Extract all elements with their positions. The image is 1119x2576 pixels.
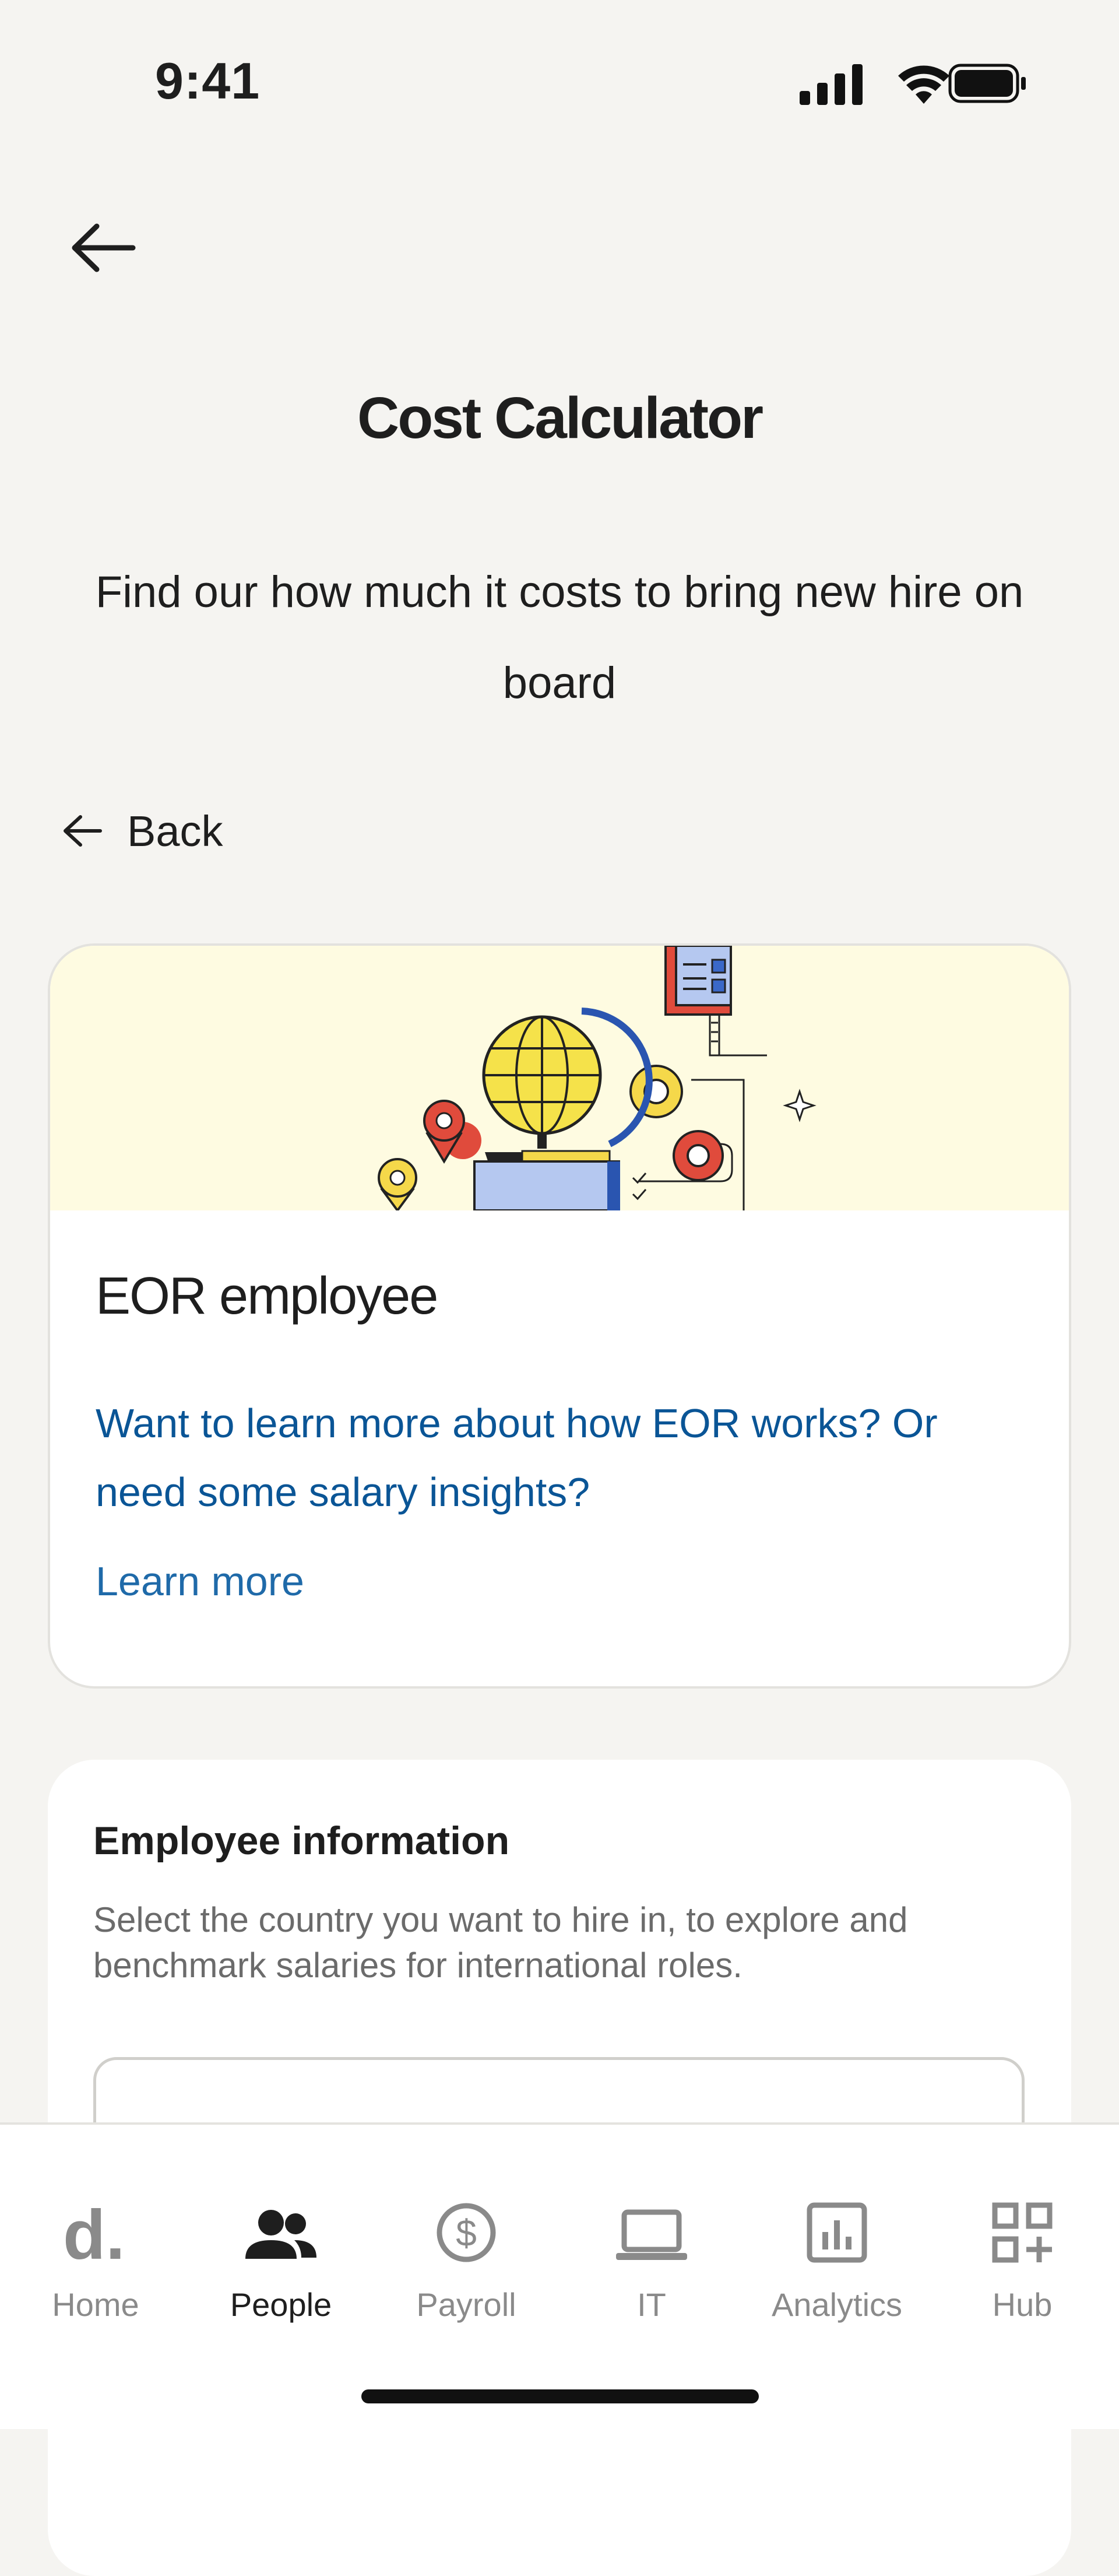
nav-label-home: Home: [52, 2286, 139, 2323]
nav-item-people[interactable]: People: [193, 2171, 368, 2324]
arrow-left-icon: [64, 815, 102, 847]
employee-information-description: Select the country you want to hire in, …: [93, 1900, 908, 1985]
nav-label-analytics: Analytics: [771, 2286, 903, 2323]
wifi-icon: [898, 65, 949, 104]
nav-item-hub[interactable]: Hub: [935, 2171, 1110, 2324]
eor-illustration-banner: [50, 946, 1069, 1213]
nav-label-payroll: Payroll: [416, 2286, 516, 2323]
page-subtitle: Find our how much it costs to bring new …: [95, 567, 1024, 708]
dollar-circle-icon: $: [437, 2203, 496, 2262]
eor-employee-card: EOR employee Want to learn more about ho…: [48, 943, 1071, 1689]
grid-plus-icon: [992, 2202, 1053, 2263]
eor-card-title: EOR employee: [96, 1267, 438, 1325]
back-link[interactable]: Back: [62, 805, 223, 857]
svg-text:$: $: [456, 2212, 477, 2254]
status-time: 9:41: [155, 52, 261, 110]
hiring-illustration: [378, 946, 817, 1213]
nav-item-analytics[interactable]: Analytics: [749, 2171, 924, 2324]
employee-information-title: Employee information: [93, 1819, 510, 1863]
eor-card-description[interactable]: Want to learn more about how EOR works? …: [96, 1389, 1005, 1526]
nav-item-home[interactable]: d. Home: [8, 2171, 183, 2324]
status-icons: [800, 61, 1027, 107]
cellular-signal-icon: [800, 64, 863, 105]
home-indicator[interactable]: [361, 2389, 759, 2403]
nav-item-it[interactable]: IT: [564, 2171, 739, 2324]
nav-label-people: People: [230, 2286, 332, 2323]
learn-more-link[interactable]: Learn more: [96, 1558, 304, 1605]
back-link-label: Back: [127, 806, 223, 855]
laptop-icon: [616, 2209, 687, 2260]
nav-item-payroll[interactable]: $ Payroll: [379, 2171, 554, 2324]
nav-label-hub: Hub: [992, 2286, 1053, 2323]
deel-logo-icon: d.: [63, 2201, 125, 2265]
people-icon: [245, 2210, 316, 2259]
nav-label-it: IT: [637, 2286, 666, 2323]
svg-text:d.: d.: [63, 2201, 125, 2265]
battery-icon: [948, 64, 1026, 103]
bottom-navigation: d. Home People $ Payroll IT Analytics Hu…: [0, 2122, 1119, 2429]
back-arrow-icon[interactable]: [69, 222, 139, 274]
bar-chart-icon: [807, 2202, 867, 2263]
page-title: Cost Calculator: [357, 385, 763, 451]
